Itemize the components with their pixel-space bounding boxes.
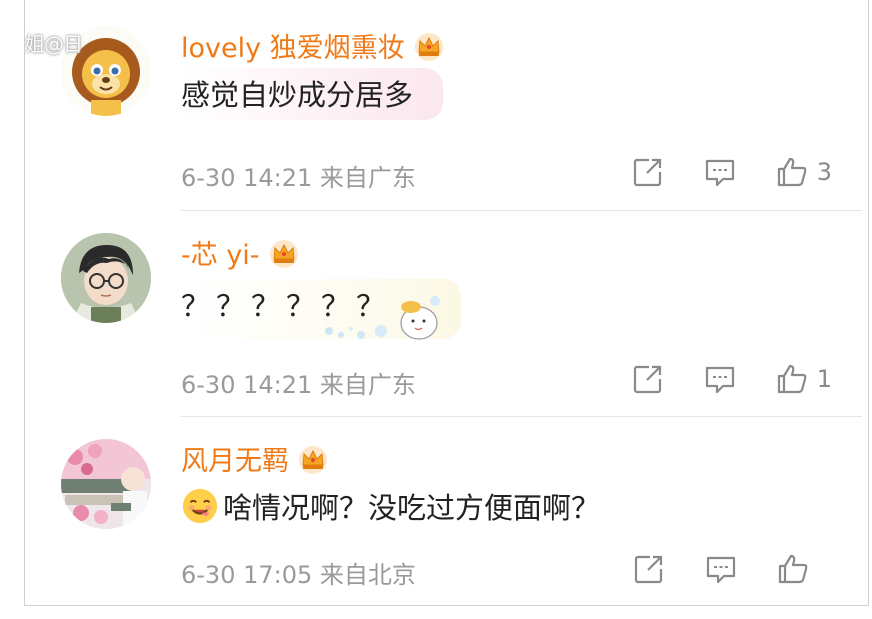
comment-meta: 6-30 14:21 来自广东 bbox=[181, 365, 416, 400]
username-text[interactable]: 风月无羁 bbox=[181, 439, 289, 478]
avatar[interactable] bbox=[61, 233, 151, 323]
like-count: 3 bbox=[816, 158, 832, 186]
comment-time: 6-30 14:21 bbox=[181, 371, 313, 399]
like-button[interactable]: 1 bbox=[775, 362, 832, 396]
like-icon bbox=[777, 364, 807, 394]
comment-location: 来自北京 bbox=[319, 561, 416, 589]
username-text[interactable]: lovely 独爱烟熏妆 bbox=[181, 26, 405, 65]
comment-icon bbox=[705, 159, 734, 187]
share-icon bbox=[633, 158, 661, 187]
like-button[interactable]: 3 bbox=[775, 155, 832, 189]
crown-badge-icon bbox=[299, 445, 327, 474]
comment-meta: 6-30 14:21 来自广东 bbox=[181, 158, 416, 193]
like-icon bbox=[778, 554, 808, 584]
comment-button[interactable] bbox=[703, 155, 737, 189]
avatar[interactable] bbox=[61, 439, 151, 529]
comment-time: 6-30 14:21 bbox=[181, 164, 313, 192]
username-text[interactable]: -芯 yi- bbox=[181, 233, 260, 272]
comment-item: -芯 yi- ？？？？？？ 6-30 14:21 来自广东 1 bbox=[25, 211, 870, 416]
comment-item: lovely 独爱烟熏妆 感觉自炒成分居多 6-30 14:21 来自广东 3 bbox=[25, 0, 870, 210]
like-icon bbox=[777, 157, 807, 187]
like-button[interactable] bbox=[776, 552, 832, 586]
share-icon bbox=[634, 555, 663, 584]
comment-text-row: 啥情况啊？没吃过方便面啊？ bbox=[181, 485, 600, 527]
share-button[interactable] bbox=[631, 155, 665, 189]
comment-meta: 6-30 17:05 来自北京 bbox=[181, 555, 416, 590]
comment-text: 感觉自炒成分居多 bbox=[181, 68, 444, 120]
username[interactable]: lovely 独爱烟熏妆 bbox=[181, 26, 445, 65]
watermark: 姐@日 bbox=[25, 32, 83, 56]
share-icon bbox=[633, 365, 661, 394]
comment-button[interactable] bbox=[704, 552, 738, 586]
yum-emoji-icon bbox=[182, 488, 218, 524]
comment-actions: 1 bbox=[593, 362, 832, 396]
comment-actions: 3 bbox=[593, 155, 832, 189]
crown-badge-icon bbox=[269, 239, 298, 268]
photo-avatar-icon bbox=[61, 439, 151, 529]
share-button[interactable] bbox=[632, 552, 666, 586]
anime-boy-avatar-icon bbox=[61, 233, 151, 323]
comment-location: 来自广东 bbox=[319, 371, 416, 399]
share-button[interactable] bbox=[631, 362, 665, 396]
like-count: 1 bbox=[816, 365, 832, 393]
comment-button[interactable] bbox=[703, 362, 737, 396]
bubble-decoration-icon bbox=[325, 296, 440, 340]
comment-icon bbox=[705, 366, 734, 394]
comment-item: 风月无羁 啥情况啊？没吃过方便面啊？ 6-30 17:05 来自北京 bbox=[25, 417, 870, 606]
comment-location: 来自广东 bbox=[319, 164, 416, 192]
comment-time: 6-30 17:05 bbox=[181, 561, 313, 589]
comment-list: 姐@日 lovely 独爱烟熏妆 感觉自炒成分居多 6-30 14:21 来自广… bbox=[24, 0, 869, 606]
comment-icon bbox=[706, 556, 736, 584]
comment-text: 啥情况啊？没吃过方便面啊？ bbox=[223, 491, 601, 525]
crown-badge-icon bbox=[414, 32, 443, 61]
username[interactable]: 风月无羁 bbox=[181, 439, 329, 478]
username[interactable]: -芯 yi- bbox=[181, 233, 300, 272]
comment-actions bbox=[594, 552, 832, 586]
